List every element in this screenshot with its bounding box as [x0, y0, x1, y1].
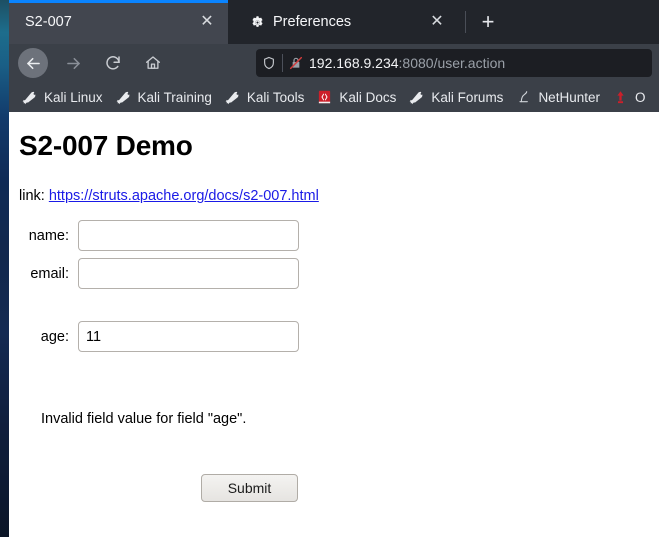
bookmark-kali-docs[interactable]: Kali Docs: [316, 85, 396, 109]
browser-window: S2-007 ✕ Preferences ✕ + 192.168.9.234:8…: [9, 0, 659, 537]
red-book-icon: [316, 89, 333, 106]
url-bar[interactable]: 192.168.9.234:8080/user.action: [256, 49, 652, 77]
field-error-message: Invalid field value for field "age".: [41, 411, 247, 427]
desktop-background-strip: [0, 0, 9, 537]
email-label: email:: [30, 265, 69, 282]
new-tab-button[interactable]: +: [475, 9, 501, 35]
forward-button[interactable]: [58, 48, 88, 78]
name-input[interactable]: [78, 220, 299, 251]
screen: S2-007 ✕ Preferences ✕ + 192.168.9.234:8…: [0, 0, 659, 537]
age-input[interactable]: [78, 321, 299, 352]
reload-icon[interactable]: [98, 48, 128, 78]
bookmark-label: Kali Tools: [246, 89, 305, 105]
bookmark-label: Kali Forums: [431, 89, 504, 105]
shield-icon[interactable]: [256, 55, 282, 71]
home-icon[interactable]: [138, 48, 168, 78]
age-label: age:: [40, 328, 69, 345]
name-label: name:: [28, 227, 69, 244]
bookmark-label: O: [634, 89, 646, 105]
tab-s2-007[interactable]: S2-007 ✕: [9, 0, 228, 44]
email-input[interactable]: [78, 258, 299, 289]
dragon-wrench-icon: [408, 89, 425, 106]
dragon-wrench-icon: [21, 89, 38, 106]
nethunter-hook-icon: [515, 89, 532, 106]
active-tab-accent-bar: [9, 0, 228, 3]
bookmark-label: Kali Training: [137, 89, 212, 105]
bookmark-nethunter[interactable]: NetHunter: [515, 85, 600, 109]
form-row-email: email:: [19, 258, 299, 289]
navigation-toolbar: 192.168.9.234:8080/user.action: [9, 44, 659, 82]
bookmark-kali-forums[interactable]: Kali Forums: [408, 85, 503, 109]
tab-title: S2-007: [25, 14, 72, 30]
bookmark-kali-linux[interactable]: Kali Linux: [21, 85, 103, 109]
dragon-wrench-icon: [115, 89, 132, 106]
tab-title: Preferences: [273, 14, 352, 30]
submit-button[interactable]: Submit: [201, 474, 298, 502]
form-row-age: age:: [19, 321, 299, 352]
link-row: link: https://struts.apache.org/docs/s2-…: [19, 188, 319, 204]
close-icon[interactable]: ✕: [194, 9, 220, 35]
url-path: :8080/user.action: [398, 55, 506, 71]
tab-divider: [465, 11, 466, 33]
bookmark-kali-tools[interactable]: Kali Tools: [224, 85, 305, 109]
bookmark-label: Kali Docs: [339, 89, 397, 105]
url-text: 192.168.9.234:8080/user.action: [309, 55, 505, 71]
red-tower-icon: [612, 89, 629, 106]
bookmark-kali-training[interactable]: Kali Training: [115, 85, 212, 109]
bookmark-label: Kali Linux: [44, 89, 103, 105]
lock-crossed-icon[interactable]: [283, 55, 309, 71]
back-button[interactable]: [18, 48, 48, 78]
form-row-name: name:: [19, 220, 299, 251]
close-icon[interactable]: ✕: [424, 9, 450, 35]
tab-preferences[interactable]: Preferences ✕: [237, 0, 458, 44]
page-title: S2-007 Demo: [19, 130, 193, 161]
dragon-wrench-icon: [224, 89, 241, 106]
bookmark-offsec[interactable]: O: [612, 85, 646, 109]
tab-strip: S2-007 ✕ Preferences ✕ +: [9, 0, 659, 44]
struts-doc-link[interactable]: https://struts.apache.org/docs/s2-007.ht…: [49, 188, 319, 204]
page-content: S2-007 Demo link: https://struts.apache.…: [9, 112, 659, 537]
url-host: 192.168.9.234: [309, 55, 399, 71]
link-prefix-label: link:: [19, 188, 45, 204]
bookmark-label: NetHunter: [538, 89, 600, 105]
bookmarks-bar: Kali Linux Kali Training Kali Tools Kali…: [9, 82, 659, 112]
gear-icon: [249, 14, 265, 30]
